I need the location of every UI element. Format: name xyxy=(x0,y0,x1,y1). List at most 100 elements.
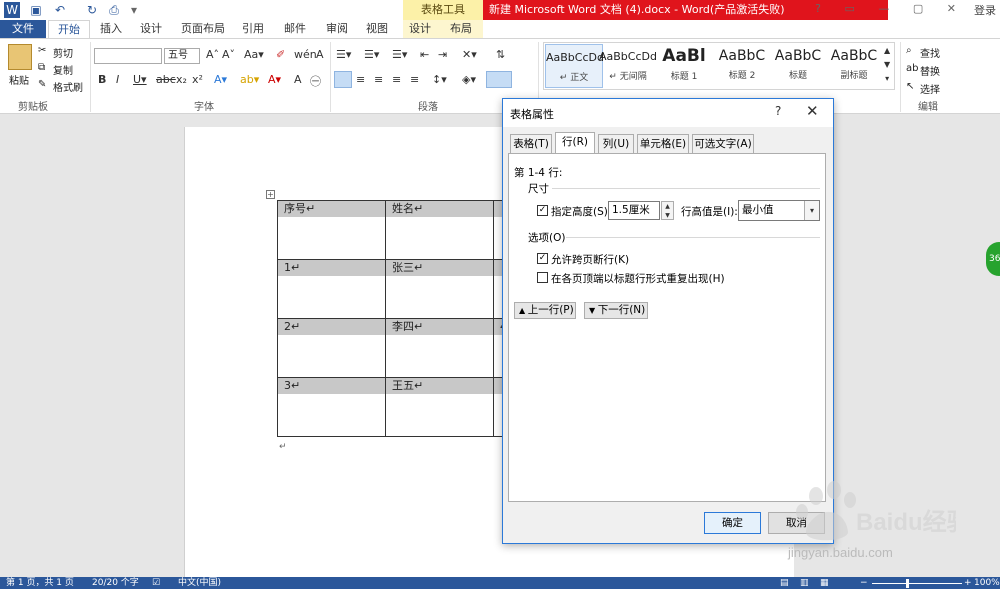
style-normal[interactable]: AaBbCcDd ↵ 正文 xyxy=(545,44,604,88)
repeat-header-checkbox[interactable] xyxy=(537,272,548,283)
tab-mailings[interactable]: 邮件 xyxy=(280,20,310,38)
login-link[interactable]: 登录 xyxy=(974,2,996,18)
zoom-slider[interactable] xyxy=(872,583,962,584)
next-row-button[interactable]: ▼ 下一行(N) xyxy=(584,302,648,319)
table-cell[interactable]: 王五↵ xyxy=(385,377,494,437)
grow-font-icon[interactable]: A˄ xyxy=(206,48,219,61)
strikethrough-icon[interactable]: abc xyxy=(156,73,176,86)
tab-table-layout[interactable]: 布局 xyxy=(446,20,476,38)
table-cell[interactable]: 张三↵ xyxy=(385,259,494,319)
print-preview-icon[interactable]: ⎙ xyxy=(106,2,122,18)
underline-icon[interactable]: U▾ xyxy=(133,73,147,86)
increase-indent-icon[interactable]: ⇥ xyxy=(438,48,447,61)
print-layout-icon[interactable]: ▥ xyxy=(800,577,809,589)
language-indicator[interactable]: 中文(中国) xyxy=(178,577,221,589)
style-heading-2[interactable]: AaBbC 标题 2 xyxy=(713,44,771,88)
clear-format-icon[interactable]: ✐ xyxy=(276,48,285,61)
floating-badge[interactable]: 36 xyxy=(986,242,1000,276)
style-subtitle[interactable]: AaBbC 副标题 xyxy=(825,44,883,88)
table-cell[interactable]: 序号↵ xyxy=(277,200,386,260)
find-icon[interactable]: ⌕ xyxy=(906,45,912,56)
tab-design[interactable]: 设计 xyxy=(136,20,166,38)
format-painter-icon[interactable]: ✎ xyxy=(38,79,46,90)
dialog-tab-column[interactable]: 列(U) xyxy=(598,134,634,153)
tab-table-design[interactable]: 设计 xyxy=(405,20,435,38)
redo-icon[interactable]: ↻ xyxy=(84,2,100,18)
style-no-spacing[interactable]: AaBbCcDd ↵ 无间隔 xyxy=(599,44,657,88)
align-left-icon[interactable] xyxy=(334,71,352,88)
align-center-icon[interactable]: ≡ xyxy=(356,73,365,86)
cut-button[interactable]: 剪切 xyxy=(53,45,73,60)
close-icon[interactable]: ✕ xyxy=(806,102,819,120)
cancel-button[interactable]: 取消 xyxy=(768,512,825,534)
text-effects-icon[interactable]: A▾ xyxy=(214,73,227,86)
read-mode-icon[interactable]: ▤ xyxy=(780,577,789,589)
word-count[interactable]: 20/20 个字 xyxy=(92,577,139,589)
web-layout-icon[interactable]: ▦ xyxy=(820,577,829,589)
find-button[interactable]: 查找 xyxy=(920,45,940,60)
undo-icon[interactable]: ↶ xyxy=(52,2,68,18)
change-case-icon[interactable]: Aa▾ xyxy=(244,48,264,61)
copy-icon[interactable]: ⧉ xyxy=(38,62,45,73)
font-size-combo[interactable]: 五号 xyxy=(164,48,200,64)
line-spacing-icon[interactable]: ↕▾ xyxy=(432,73,447,86)
char-border-icon[interactable]: A xyxy=(316,48,324,61)
multilevel-list-icon[interactable]: ☰▾ xyxy=(392,48,407,61)
chinese-layout-icon[interactable]: ✕▾ xyxy=(462,48,477,61)
save-icon[interactable]: ▣ xyxy=(28,2,44,18)
style-heading-1[interactable]: AaBl 标题 1 xyxy=(655,44,713,88)
row-height-input[interactable]: 1.5厘米 xyxy=(608,201,660,220)
phonetic-guide-icon[interactable]: wén xyxy=(294,48,317,61)
superscript-icon[interactable]: x² xyxy=(192,73,203,86)
replace-icon[interactable]: ab xyxy=(906,63,918,74)
subscript-icon[interactable]: x₂ xyxy=(176,73,187,86)
dialog-tab-row[interactable]: 行(R) xyxy=(555,132,595,154)
paste-button-label[interactable]: 粘贴 xyxy=(9,72,29,87)
page-count[interactable]: 第 1 页，共 1 页 xyxy=(6,577,74,589)
zoom-slider-thumb[interactable] xyxy=(906,579,909,588)
tab-page-layout[interactable]: 页面布局 xyxy=(178,20,228,38)
tab-references[interactable]: 引用 xyxy=(238,20,268,38)
dialog-tab-alt-text[interactable]: 可选文字(A) xyxy=(692,134,754,153)
styles-scroll-icon[interactable]: ▲ ▼ ▾ xyxy=(884,44,890,86)
table-cell[interactable]: 李四↵ xyxy=(385,318,494,378)
enclose-char-icon[interactable]: ㊀ xyxy=(310,73,321,89)
tab-insert[interactable]: 插入 xyxy=(96,20,126,38)
chevron-down-icon[interactable]: ▾ xyxy=(804,201,819,220)
dialog-tab-table[interactable]: 表格(T) xyxy=(510,134,552,153)
bullets-icon[interactable]: ☰▾ xyxy=(336,48,351,61)
numbering-icon[interactable]: ☰▾ xyxy=(364,48,379,61)
select-button[interactable]: 选择 xyxy=(920,81,940,96)
shrink-font-icon[interactable]: A˅ xyxy=(222,48,235,61)
zoom-out-icon[interactable]: − xyxy=(860,577,868,589)
shading-icon[interactable]: ◈▾ xyxy=(462,73,476,86)
table-cell[interactable]: 1↵ xyxy=(277,259,386,319)
highlight-icon[interactable]: ab▾ xyxy=(240,73,259,86)
allow-break-checkbox[interactable]: ✓ xyxy=(537,253,548,264)
table-cell[interactable]: 3↵ xyxy=(277,377,386,437)
ok-button[interactable]: 确定 xyxy=(704,512,761,534)
borders-icon[interactable] xyxy=(486,71,512,88)
height-spinner[interactable]: ▲ ▼ xyxy=(661,201,674,220)
zoom-in-icon[interactable]: + xyxy=(964,577,972,589)
bold-icon[interactable]: B xyxy=(98,73,106,86)
sort-icon[interactable]: ⇅ xyxy=(496,48,505,61)
tab-file[interactable]: 文件 xyxy=(0,20,46,38)
previous-row-button[interactable]: ▲ 上一行(P) xyxy=(514,302,576,319)
align-right-icon[interactable]: ≡ xyxy=(374,73,383,86)
tab-view[interactable]: 视图 xyxy=(362,20,392,38)
decrease-indent-icon[interactable]: ⇤ xyxy=(420,48,429,61)
help-icon[interactable]: ? xyxy=(775,104,781,118)
dialog-tab-cell[interactable]: 单元格(E) xyxy=(637,134,689,153)
italic-icon[interactable]: I xyxy=(116,73,119,86)
tab-review[interactable]: 审阅 xyxy=(322,20,352,38)
distributed-icon[interactable]: ≡ xyxy=(410,73,419,86)
char-shading-icon[interactable]: A xyxy=(294,73,302,86)
select-icon[interactable]: ↖ xyxy=(906,81,914,92)
table-cell[interactable]: 姓名↵ xyxy=(385,200,494,260)
specify-height-checkbox[interactable]: ✓ xyxy=(537,205,548,216)
format-painter-button[interactable]: 格式刷 xyxy=(53,79,83,94)
proofing-icon[interactable]: ☑ xyxy=(152,577,160,589)
replace-button[interactable]: 替换 xyxy=(920,63,940,78)
copy-button[interactable]: 复制 xyxy=(53,62,73,77)
